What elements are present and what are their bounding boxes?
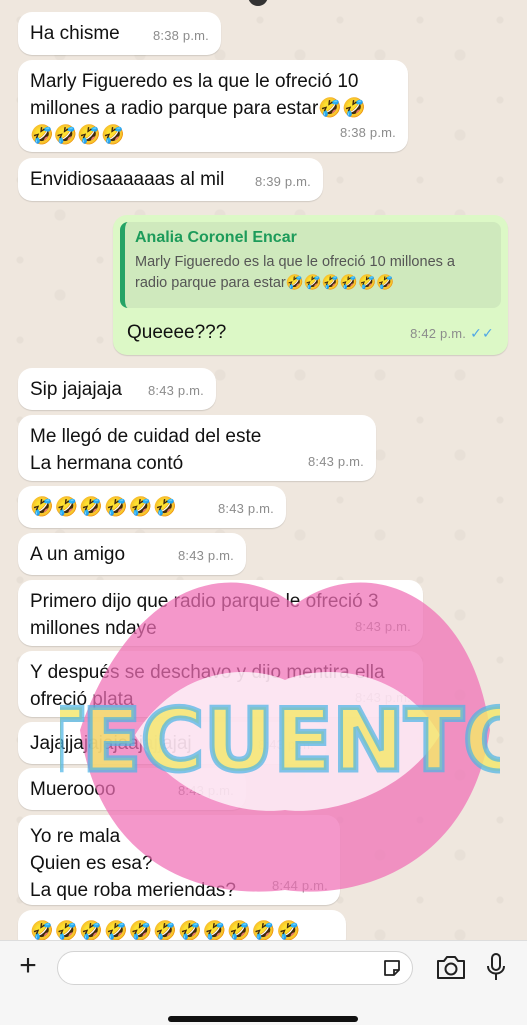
read-receipt-icon: ✓✓ (470, 325, 494, 341)
message-bubble[interactable]: Primero dijo que radio parque le ofreció… (18, 580, 423, 646)
message-bubble[interactable]: Mueroooo 8:43 p.m. (18, 768, 246, 810)
message-time: 8:43 p.m. (178, 548, 234, 563)
message-time: 8:38 p.m. (153, 28, 209, 43)
message-time: 8:38 p.m. (340, 125, 396, 140)
message-bubble[interactable]: Envidiosaaaaaas al mil 8:39 p.m. (18, 158, 323, 201)
message-bubble[interactable]: 🤣🤣🤣🤣🤣🤣 8:43 p.m. (18, 486, 286, 528)
message-bubble[interactable]: Y después se deschavo y dijo mentira ell… (18, 651, 423, 717)
message-bubble[interactable]: Sip jajajaja 8:43 p.m. (18, 368, 216, 410)
message-time: 8:44 p.m. (272, 878, 328, 893)
plus-icon[interactable]: + (14, 951, 42, 981)
message-time-wrapper: 8:42 p.m. ✓✓ (410, 320, 494, 347)
message-bubble[interactable]: Marly Figueredo es la que le ofreció 10 … (18, 60, 408, 152)
message-text: Envidiosaaaaaas al mil (30, 169, 225, 190)
message-text: Marly Figueredo es la que le ofreció 10 … (30, 71, 366, 146)
message-bubble[interactable]: Jajajjajajajaajajjajaj 8:43 p.m. (18, 722, 326, 764)
message-text: Y después se deschavo y dijo mentira ell… (30, 662, 385, 710)
message-text: Yo re mala Quien es esa? La que roba mer… (30, 826, 236, 901)
message-time: 8:43 p.m. (258, 737, 314, 752)
message-time: 8:43 p.m. (308, 454, 364, 469)
sticker-icon[interactable] (382, 958, 402, 978)
message-bubble[interactable]: Ha chisme 8:38 p.m. (18, 12, 221, 55)
message-input[interactable] (57, 951, 413, 985)
message-text: 🤣🤣🤣🤣🤣🤣 (30, 497, 178, 518)
home-indicator (168, 1016, 358, 1022)
message-bubble[interactable]: A un amigo 8:43 p.m. (18, 533, 246, 575)
message-text: Jajajjajajajaajajjajaj (30, 733, 192, 754)
message-time: 8:43 p.m. (355, 690, 411, 705)
message-text: Mueroooo (30, 779, 116, 800)
quoted-sender-name: Analia Coronel Encar (135, 229, 297, 246)
message-time: 8:43 p.m. (355, 619, 411, 634)
message-text: 🤣🤣🤣🤣🤣🤣🤣🤣🤣🤣🤣 (30, 921, 302, 940)
message-text: Ha chisme (30, 23, 120, 44)
message-time: 8:43 p.m. (178, 783, 234, 798)
compose-bar: + (0, 940, 527, 1025)
outgoing-message-bubble[interactable]: Analia Coronel Encar Marly Figueredo es … (113, 215, 508, 355)
chat-area[interactable]: Ha chisme 8:38 p.m. Marly Figueredo es l… (0, 0, 527, 940)
message-text: Primero dijo que radio parque le ofreció… (30, 591, 379, 639)
message-time: 8:43 p.m. (148, 383, 204, 398)
message-time: 8:42 p.m. (410, 326, 467, 341)
quoted-text: Marly Figueredo es la que le ofreció 10 … (135, 254, 455, 291)
quoted-message[interactable]: Analia Coronel Encar Marly Figueredo es … (120, 222, 501, 308)
message-time: 8:43 p.m. (218, 501, 274, 516)
message-text: A un amigo (30, 544, 126, 565)
message-text: Sip jajajaja (30, 379, 122, 400)
message-time: 8:39 p.m. (255, 174, 311, 189)
message-bubble[interactable]: 🤣🤣🤣🤣🤣🤣🤣🤣🤣🤣🤣 (18, 910, 346, 940)
message-bubble[interactable]: Yo re mala Quien es esa? La que roba mer… (18, 815, 340, 905)
message-bubble[interactable]: Me llegó de cuidad del este La hermana c… (18, 415, 376, 481)
camera-icon[interactable] (436, 954, 466, 980)
message-text: Me llegó de cuidad del este La hermana c… (30, 426, 262, 474)
microphone-icon[interactable] (486, 952, 506, 982)
message-text: Queeee??? (127, 322, 227, 343)
